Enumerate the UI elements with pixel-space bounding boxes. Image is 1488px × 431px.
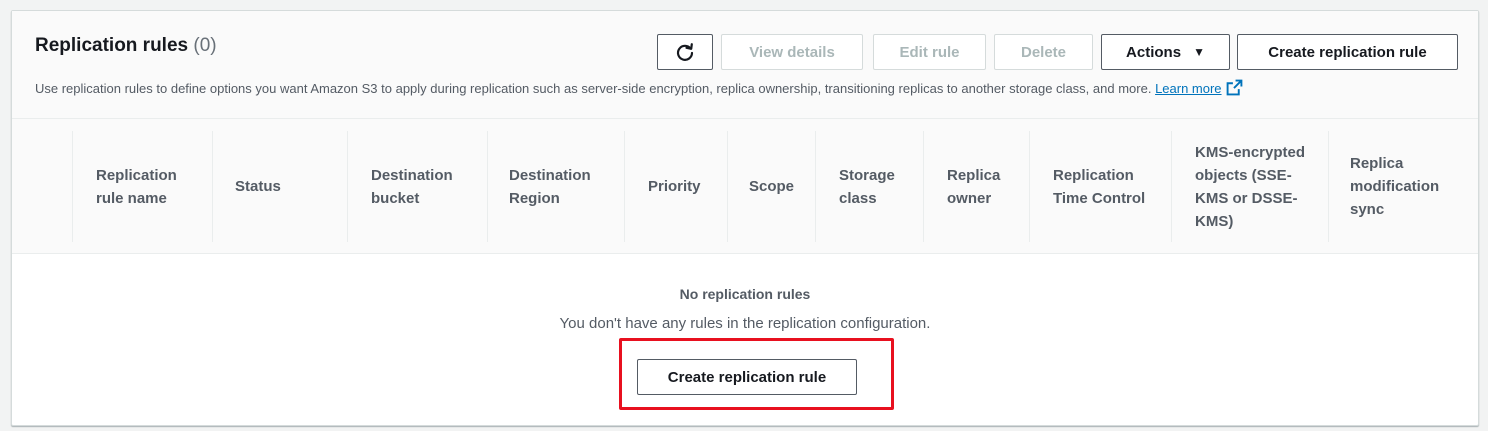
delete-button[interactable]: Delete bbox=[994, 34, 1093, 70]
actions-label: Actions bbox=[1126, 43, 1182, 61]
column-divider bbox=[624, 131, 625, 242]
learn-more-link[interactable]: Learn more bbox=[1155, 79, 1242, 96]
column-header-replication-time-control[interactable]: Replication Time Control bbox=[1053, 119, 1163, 254]
learn-more-text: Learn more bbox=[1155, 81, 1222, 96]
description-text: Use replication rules to define options … bbox=[35, 81, 1152, 96]
column-header-scope[interactable]: Scope bbox=[749, 119, 811, 254]
column-header-priority[interactable]: Priority bbox=[648, 119, 723, 254]
empty-state-message: You don't have any rules in the replicat… bbox=[559, 315, 931, 332]
column-header-kms-encrypted[interactable]: KMS-encrypted objects (SSE-KMS or DSSE-K… bbox=[1195, 119, 1313, 254]
column-divider bbox=[923, 131, 924, 242]
column-divider bbox=[1328, 131, 1329, 242]
table-header: Replication rule name Status Destination… bbox=[12, 119, 1478, 254]
title-text: Replication rules bbox=[35, 35, 189, 56]
column-divider bbox=[815, 131, 816, 242]
column-divider bbox=[72, 131, 73, 242]
panel-header: Replication rules (0) View details Edit … bbox=[12, 11, 1478, 119]
refresh-icon bbox=[676, 43, 694, 61]
column-header-replica-modification-sync[interactable]: Replica modification sync bbox=[1350, 119, 1468, 254]
column-divider bbox=[212, 131, 213, 242]
column-header-rule-name[interactable]: Replication rule name bbox=[96, 119, 208, 254]
column-divider bbox=[727, 131, 728, 242]
column-divider bbox=[1171, 131, 1172, 242]
panel-title: Replication rules (0) bbox=[35, 35, 217, 57]
column-header-status[interactable]: Status bbox=[235, 119, 335, 254]
actions-dropdown[interactable]: Actions ▼ bbox=[1101, 34, 1230, 70]
column-header-destination-region[interactable]: Destination Region bbox=[509, 119, 619, 254]
edit-rule-button[interactable]: Edit rule bbox=[873, 34, 986, 70]
replication-rules-panel: Replication rules (0) View details Edit … bbox=[11, 10, 1479, 426]
create-replication-rule-button[interactable]: Create replication rule bbox=[1237, 34, 1458, 70]
empty-state-title: No replication rules bbox=[679, 286, 811, 302]
rule-count: (0) bbox=[193, 35, 217, 56]
column-header-destination-bucket[interactable]: Destination bucket bbox=[371, 119, 481, 254]
column-divider bbox=[487, 131, 488, 242]
empty-state-create-rule-button[interactable]: Create replication rule bbox=[637, 359, 857, 395]
view-details-button[interactable]: View details bbox=[721, 34, 863, 70]
refresh-button[interactable] bbox=[657, 34, 713, 70]
external-link-icon bbox=[1226, 79, 1242, 96]
column-header-storage-class[interactable]: Storage class bbox=[839, 119, 919, 254]
column-divider bbox=[347, 131, 348, 242]
caret-down-icon: ▼ bbox=[1193, 45, 1205, 59]
description: Use replication rules to define options … bbox=[35, 79, 1243, 96]
column-header-replica-owner[interactable]: Replica owner bbox=[947, 119, 1019, 254]
column-divider bbox=[1029, 131, 1030, 242]
